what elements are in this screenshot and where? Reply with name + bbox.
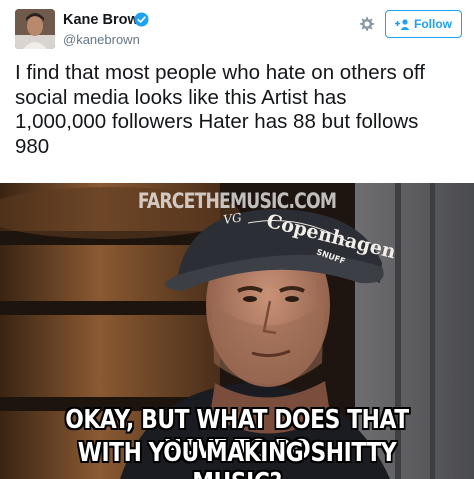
follow-button-label: Follow <box>414 17 452 31</box>
add-user-icon <box>395 18 410 30</box>
follow-button[interactable]: Follow <box>385 10 462 38</box>
tweet-header: Kane Brown @kanebrown Follow <box>0 0 474 58</box>
gear-icon[interactable] <box>359 16 375 32</box>
tweet-text: I find that most people who hate on othe… <box>15 61 425 158</box>
meme-caption-line-2: WITH YOU MAKING SHITTY MUSIC? <box>77 438 397 479</box>
user-handle[interactable]: @kanebrown <box>63 32 140 47</box>
verified-badge-icon <box>134 12 149 27</box>
meme-watermark: FARCETHEMUSIC.COM <box>137 189 337 213</box>
meme-image[interactable]: Copenhagen SNUFF VG FARCETHEMUSIC.COM OK… <box>0 183 474 479</box>
avatar[interactable] <box>15 9 55 49</box>
